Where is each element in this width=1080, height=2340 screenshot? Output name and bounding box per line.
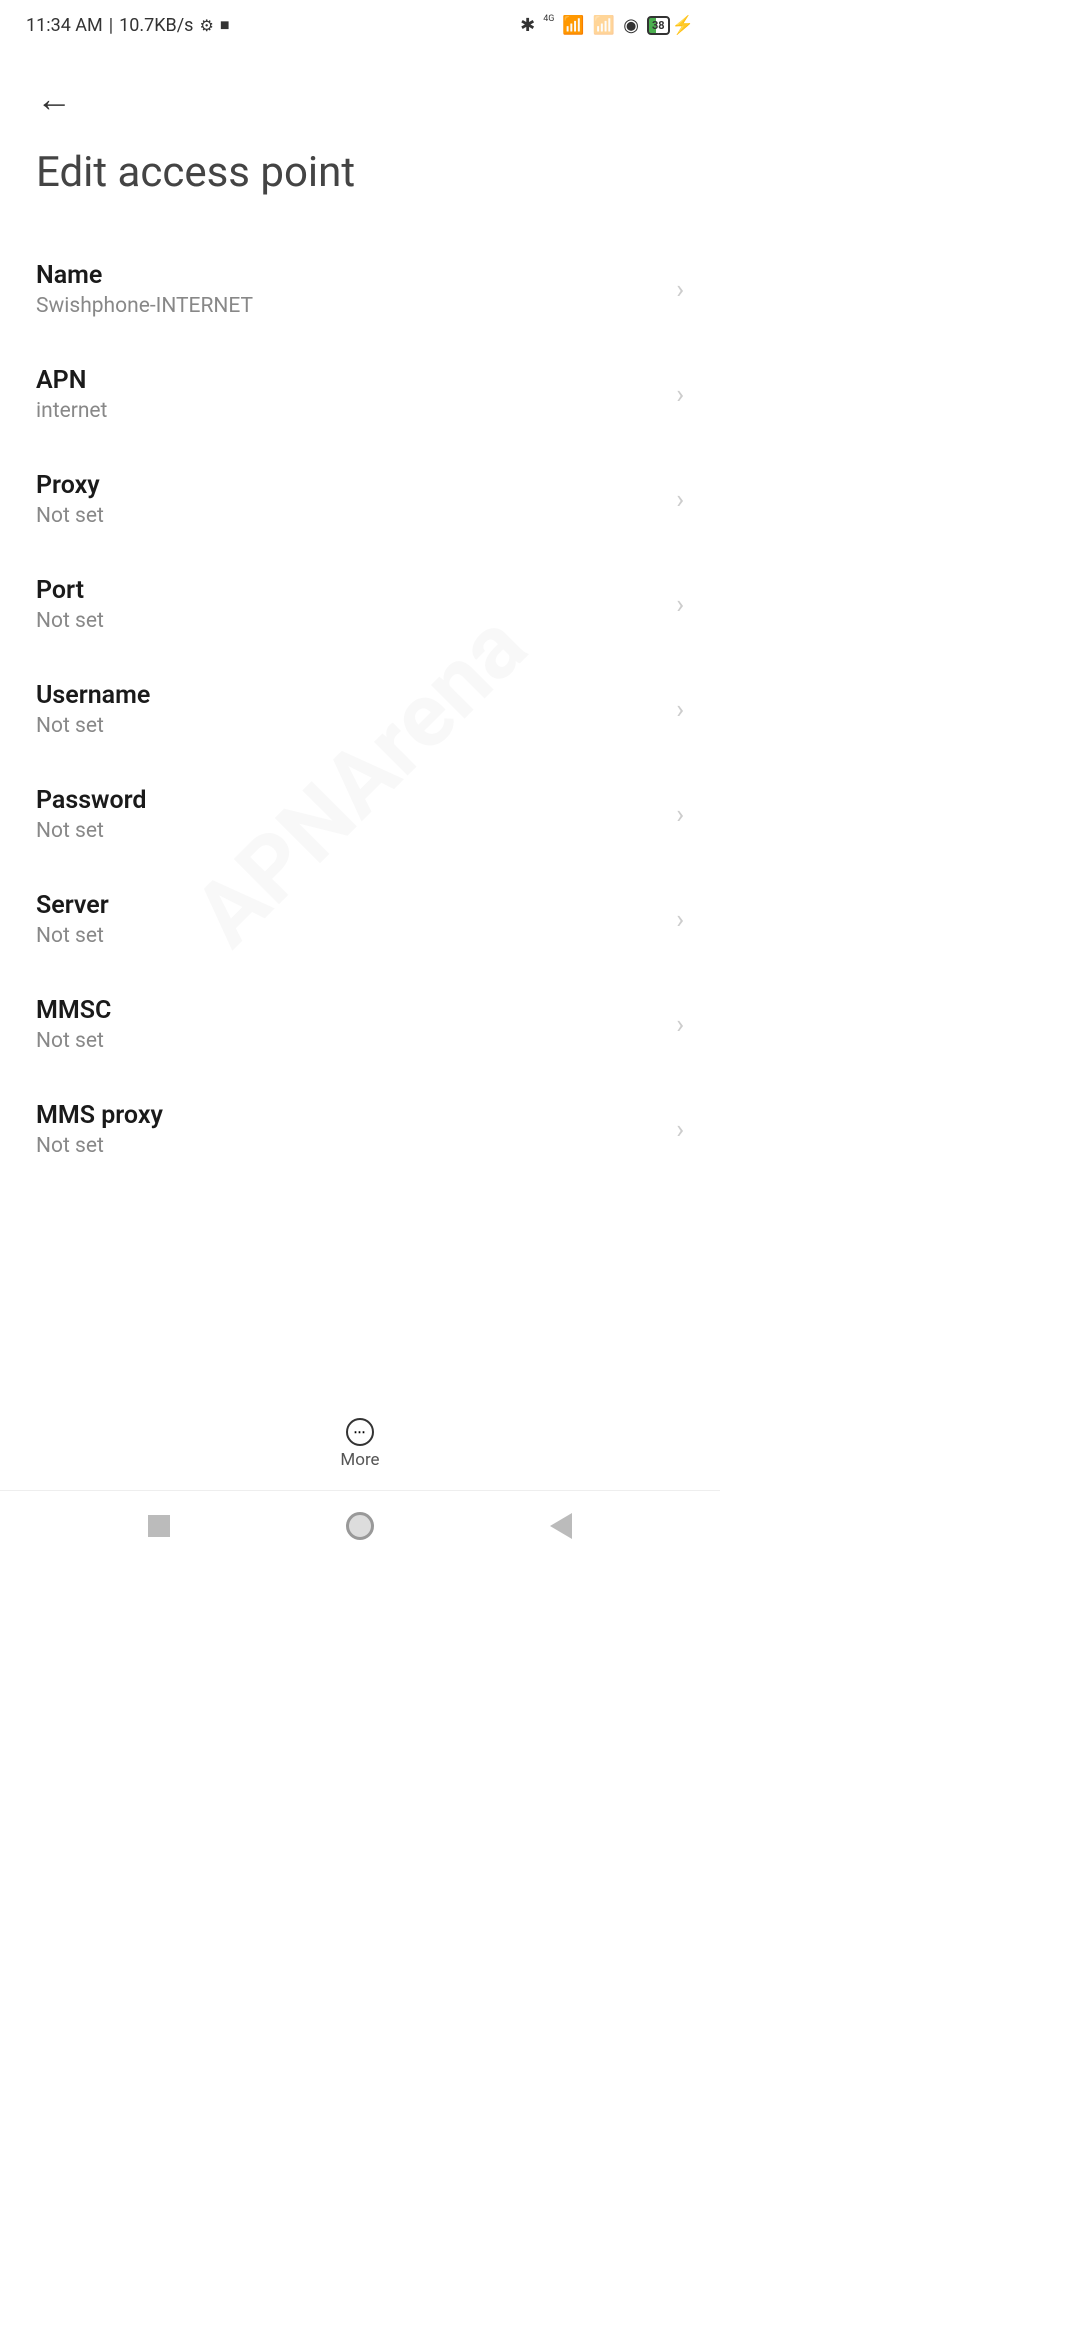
setting-value: Not set [36,819,147,843]
setting-label: Proxy [36,471,104,500]
chevron-right-icon: › [676,590,684,620]
battery-level: 38 [647,16,670,35]
navigation-bar [0,1490,720,1560]
setting-row-name[interactable]: Name Swishphone-INTERNET › [36,237,684,342]
chevron-right-icon: › [676,275,684,305]
settings-list: Name Swishphone-INTERNET › APN internet … [0,237,720,1182]
signal-icon-2: 📶 [593,15,615,36]
chevron-right-icon: › [676,380,684,410]
setting-value: Swishphone-INTERNET [36,294,253,318]
setting-label: Port [36,576,104,605]
setting-row-mmsc[interactable]: MMSC Not set › [36,972,684,1077]
header: ← Edit access point [0,50,720,197]
setting-row-username[interactable]: Username Not set › [36,657,684,762]
signal-icon-1: 📶 [562,15,584,36]
nav-recents-button[interactable] [148,1515,170,1537]
setting-value: internet [36,399,107,423]
setting-row-apn[interactable]: APN internet › [36,342,684,447]
setting-row-mms-proxy[interactable]: MMS proxy Not set › [36,1077,684,1182]
chevron-right-icon: › [676,695,684,725]
chevron-right-icon: › [676,1010,684,1040]
setting-row-proxy[interactable]: Proxy Not set › [36,447,684,552]
status-left: 11:34 AM | 10.7KB/s ⚙ ■ [26,15,230,36]
gear-icon: ⚙ [199,16,213,35]
setting-label: MMSC [36,996,111,1025]
setting-label: Username [36,681,150,710]
setting-value: Not set [36,609,104,633]
setting-label: Name [36,261,253,290]
chevron-right-icon: › [676,1115,684,1145]
more-icon: ⋯ [346,1418,374,1446]
nav-back-button[interactable] [550,1513,572,1539]
page-title: Edit access point [36,148,684,197]
wifi-icon: ◉ [623,15,639,36]
more-button[interactable]: ⋯ More [340,1418,379,1470]
setting-label: APN [36,366,107,395]
setting-row-port[interactable]: Port Not set › [36,552,684,657]
setting-row-password[interactable]: Password Not set › [36,762,684,867]
chevron-right-icon: › [676,485,684,515]
nav-home-button[interactable] [346,1512,374,1540]
setting-label: Password [36,786,147,815]
chevron-right-icon: › [676,905,684,935]
more-label: More [340,1450,379,1470]
setting-row-server[interactable]: Server Not set › [36,867,684,972]
setting-value: Not set [36,504,104,528]
status-bar: 11:34 AM | 10.7KB/s ⚙ ■ ✱ 4G 📶 📶 ◉ 38 ⚡ [0,0,720,50]
camera-icon: ■ [220,15,230,35]
back-button[interactable]: ← [36,70,72,128]
setting-label: MMS proxy [36,1101,163,1130]
setting-value: Not set [36,714,150,738]
charging-icon: ⚡ [672,15,694,36]
status-data-rate: 10.7KB/s [119,15,193,36]
status-right: ✱ 4G 📶 📶 ◉ 38 ⚡ [520,15,694,36]
battery-indicator: 38 ⚡ [647,15,694,36]
setting-value: Not set [36,924,109,948]
chevron-right-icon: › [676,800,684,830]
setting-value: Not set [36,1134,163,1158]
status-separator: | [109,15,113,36]
cellular-4g-label: 4G [543,14,554,24]
bluetooth-icon: ✱ [520,15,535,36]
status-time: 11:34 AM [26,15,103,36]
bottom-bar: ⋯ More [0,1410,720,1470]
setting-label: Server [36,891,109,920]
setting-value: Not set [36,1029,111,1053]
